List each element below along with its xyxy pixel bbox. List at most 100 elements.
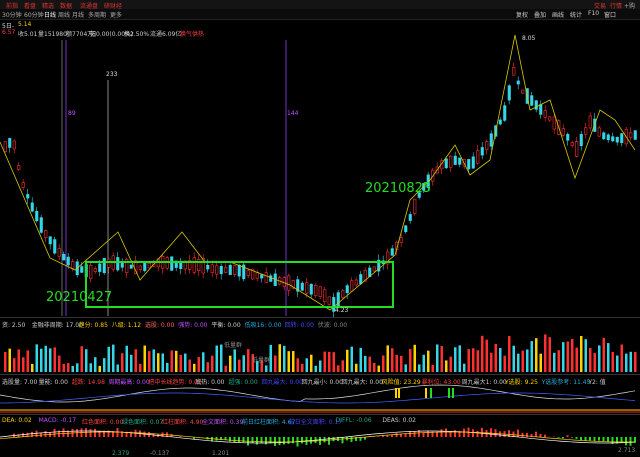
volume-bar	[148, 351, 151, 372]
volume-bar	[616, 356, 619, 372]
candle-body	[445, 159, 448, 168]
volume-bar	[81, 346, 84, 372]
volume-bar	[333, 352, 336, 372]
macd-bar	[301, 437, 303, 443]
volume-bar	[220, 345, 223, 372]
candle-body	[144, 263, 147, 270]
volume-bar	[85, 349, 88, 372]
volume-bar	[508, 336, 511, 372]
volume-bar	[49, 348, 52, 372]
volume-bar	[4, 352, 7, 372]
candle-body	[193, 258, 196, 273]
volume-bar	[189, 360, 192, 372]
indicator-value: 低吸16: 0.00	[245, 320, 282, 329]
indicator-value: 底热: 0.00	[195, 377, 224, 386]
indicator-value: 暴利位: 43.00	[422, 377, 461, 386]
candle-body	[27, 194, 30, 198]
candle-body	[99, 264, 102, 272]
candle-body	[9, 138, 12, 147]
volume-bar	[414, 345, 417, 372]
candle-body	[90, 265, 93, 278]
volume-bar	[18, 349, 21, 372]
candle-body	[67, 257, 70, 265]
volume-bar	[400, 356, 403, 372]
volume-bar	[450, 357, 453, 372]
macd-bar	[477, 431, 479, 437]
candle-body	[630, 133, 633, 138]
candlestick-chart[interactable]	[0, 0, 640, 456]
volume-bar	[54, 347, 57, 372]
volume-bar	[580, 336, 583, 372]
candle-body	[450, 156, 453, 167]
candle-body	[391, 249, 394, 256]
volume-bar	[108, 347, 111, 372]
volume-bar	[531, 341, 534, 372]
indicator-value: DEAS: 0.02	[382, 417, 416, 424]
macd-bar	[274, 437, 276, 446]
macd-bar	[472, 429, 474, 437]
indicator-value: 风险值: 23.29	[382, 377, 421, 386]
candle-body	[553, 117, 556, 129]
volume-bar	[499, 348, 502, 372]
macd-bar	[580, 437, 582, 440]
indicator-value: MACD: -0.17	[39, 417, 76, 424]
volume-bar	[112, 345, 115, 372]
volume-bar	[441, 346, 444, 372]
candle-body	[472, 157, 475, 168]
candle-body	[580, 134, 583, 145]
candle-body	[103, 258, 106, 272]
macd-bar	[279, 437, 281, 445]
volume-bar	[621, 344, 624, 372]
candle-body	[121, 263, 124, 268]
macd-bar	[229, 437, 231, 442]
candle-body	[346, 286, 349, 293]
volume-bar	[351, 347, 354, 372]
volume-bar	[31, 364, 34, 372]
macd-bar	[567, 435, 569, 437]
volume-bar	[211, 356, 214, 372]
macd-bar	[594, 437, 596, 441]
volume-bar	[490, 353, 493, 372]
volume-bar	[472, 348, 475, 372]
candle-body	[139, 266, 142, 270]
candle-body	[585, 128, 588, 135]
volume-bar	[634, 352, 637, 372]
candle-body	[54, 240, 57, 254]
annotation-date-end: 20210825	[365, 181, 431, 196]
volume-bar	[495, 344, 498, 372]
macd-bar	[517, 430, 519, 437]
volume-bar	[432, 365, 435, 372]
macd-bar	[261, 437, 263, 443]
macd-bar	[495, 429, 497, 437]
volume-bar	[630, 352, 633, 372]
volume-bar	[409, 349, 412, 372]
volume-bar	[216, 346, 219, 372]
candle-body	[171, 257, 174, 271]
macd-bar	[414, 431, 416, 437]
volume-bar	[297, 358, 300, 372]
macd-bar	[535, 432, 537, 437]
candle-body	[108, 259, 111, 267]
indicator-value: 资: 2.50	[2, 320, 25, 329]
volume-bar	[477, 350, 480, 372]
volume-bar	[103, 358, 106, 372]
indicator-value: 量能: 0.00	[39, 377, 68, 386]
candle-body	[4, 142, 7, 152]
volume-bar	[391, 348, 394, 372]
indicator-value: Y选股参考: 11.45	[542, 377, 591, 386]
candle-body	[567, 134, 570, 140]
macd-bar	[265, 437, 267, 444]
macd-bar	[409, 431, 411, 437]
volume-bar	[468, 349, 471, 372]
candle-body	[229, 265, 232, 274]
candle-body	[549, 117, 552, 120]
volume-bar	[292, 351, 295, 372]
volume-bar	[265, 365, 268, 372]
volume-bar	[13, 358, 16, 372]
volume-bar	[540, 354, 543, 372]
panel-separator	[0, 317, 640, 318]
indicator-signal-bar	[425, 388, 427, 398]
volume-bar	[405, 364, 408, 372]
indicator-value: 趋分: 0.85	[79, 320, 108, 329]
candle-body	[117, 257, 120, 270]
